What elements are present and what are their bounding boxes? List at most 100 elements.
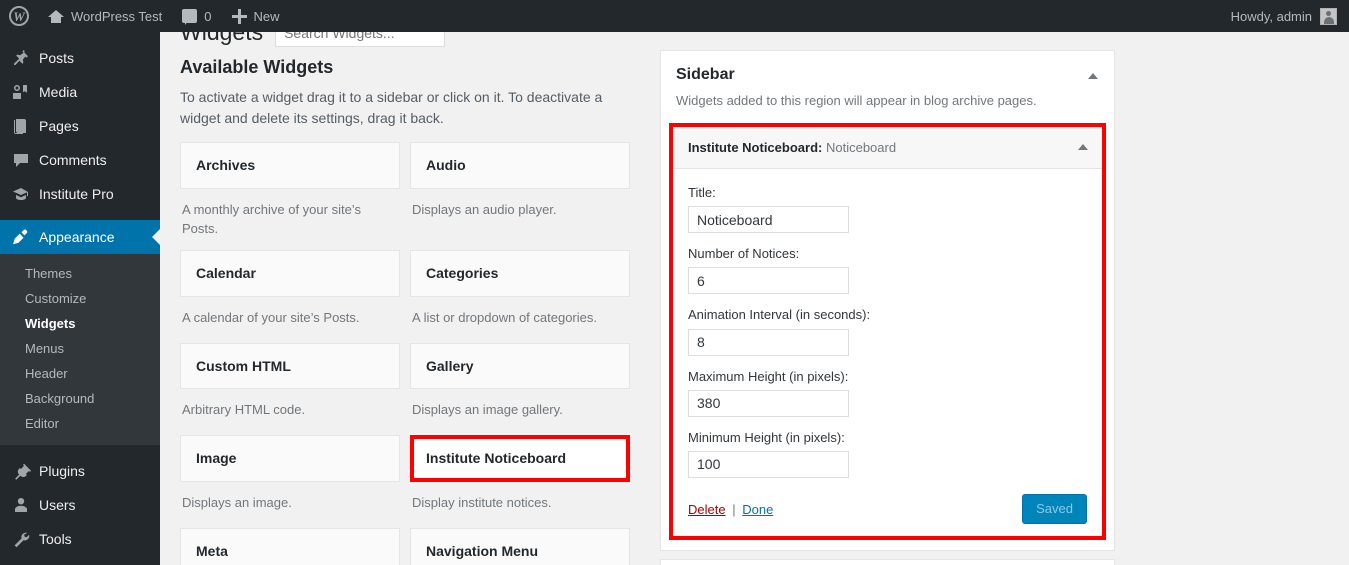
delete-link[interactable]: Delete: [688, 502, 726, 517]
widget-card-title[interactable]: Categories: [410, 249, 630, 297]
paintbrush-icon: [11, 227, 31, 247]
wrench-icon: [11, 529, 31, 549]
sidebar-item-label: Appearance: [39, 229, 115, 245]
maximum-height-input[interactable]: [688, 389, 849, 417]
content-area: Widgets Available Widgets To activate a …: [160, 32, 1349, 565]
sidebar-item-label: Posts: [39, 50, 75, 66]
sidebar-item-themes[interactable]: Themes: [0, 261, 160, 286]
widget-card-description: Displays an audio player.: [412, 201, 557, 217]
field-maximum-height-label: Maximum Height (in pixels):: [688, 368, 849, 384]
plus-icon: [231, 8, 247, 24]
home-icon: [48, 9, 64, 24]
sidebar-item-label: Users: [39, 497, 76, 513]
widget-card-title[interactable]: Calendar: [180, 249, 400, 297]
widget-card-title[interactable]: Institute Noticeboard: [410, 435, 630, 483]
widget-card-description: Arbitrary HTML code.: [182, 402, 306, 418]
active-widget-inner: Institute Noticeboard: Noticeboard Title…: [673, 127, 1102, 537]
active-widget-name: Institute Noticeboard:: [688, 140, 823, 155]
sidebar-item-users[interactable]: Users: [0, 488, 160, 522]
sidebar-item-posts[interactable]: Posts: [0, 41, 160, 75]
active-widget-instance: Noticeboard: [825, 140, 897, 155]
widget-card-institute-noticeboard: Institute Noticeboard Display institute …: [410, 435, 640, 528]
available-widgets-heading: Available Widgets: [180, 57, 334, 77]
my-account-menu[interactable]: Howdy, admin: [1231, 7, 1349, 25]
sidebar-item-menus[interactable]: Menus: [0, 336, 160, 361]
widget-card-title[interactable]: Archives: [180, 142, 400, 189]
title-input[interactable]: [688, 206, 849, 234]
screen: W WordPress Test 0 New Howdy, admin Post…: [0, 0, 1349, 565]
site-name-button[interactable]: WordPress Test: [38, 0, 172, 32]
sidebar-item-pages[interactable]: Pages: [0, 109, 160, 143]
widget-card-description: A list or dropdown of categories.: [412, 309, 597, 325]
search-input[interactable]: [275, 32, 446, 47]
sidebar-item-media[interactable]: Media: [0, 75, 160, 109]
widget-card: Categories A list or dropdown of categor…: [410, 249, 640, 343]
sidebar-item-label: Pages: [39, 118, 79, 134]
active-widget-header[interactable]: Institute Noticeboard: Noticeboard: [673, 127, 1102, 169]
field-title-label: Title:: [688, 185, 716, 200]
sidebar-item-comments[interactable]: Comments: [0, 143, 160, 177]
sidebar-region-column: Sidebar Widgets added to this region wil…: [660, 50, 1115, 565]
widget-card-description: A monthly archive of your site’s Posts.: [182, 201, 361, 237]
widget-card-title[interactable]: Custom HTML: [180, 342, 400, 390]
number-of-notices-input[interactable]: [688, 267, 849, 295]
minimum-height-input[interactable]: [688, 450, 849, 478]
widget-card: Gallery Displays an image gallery.: [410, 342, 640, 436]
page-icon: [11, 116, 31, 136]
sidebar-item-institute-pro[interactable]: Institute Pro: [0, 177, 160, 211]
widget-card-description: Displays an image.: [182, 495, 292, 511]
triangle-up-icon[interactable]: [1078, 144, 1088, 150]
widget-card-description: A calendar of your site’s Posts.: [182, 309, 360, 325]
sidebar-item-widgets[interactable]: Widgets: [0, 311, 160, 336]
comments-button[interactable]: 0: [172, 0, 221, 32]
save-button[interactable]: Saved: [1022, 493, 1087, 525]
widget-card-title[interactable]: Meta: [180, 528, 400, 565]
media-icon: [11, 82, 31, 102]
available-widgets-grid: Archives A monthly archive of your site’…: [180, 142, 640, 565]
active-widget-institute-noticeboard: Institute Noticeboard: Noticeboard Title…: [669, 123, 1106, 541]
sidebar-item-editor[interactable]: Editor: [0, 411, 160, 436]
sidebar-item-tools[interactable]: Tools: [0, 522, 160, 556]
next-sidebar-region-panel[interactable]: [660, 559, 1115, 565]
page-header-row: Widgets: [180, 32, 446, 47]
sidebar-item-label: Tools: [39, 531, 72, 547]
field-minimum-height-label: Minimum Height (in pixels):: [688, 429, 845, 445]
field-maximum-height: Maximum Height (in pixels):: [688, 368, 1087, 417]
animation-interval-input[interactable]: [688, 328, 849, 356]
new-content-button[interactable]: New: [222, 0, 290, 32]
graduation-cap-icon: [11, 184, 31, 204]
admin-sidebar-menu: Posts Media Pages Comments Institute Pro: [0, 32, 160, 565]
widget-card-title[interactable]: Audio: [410, 142, 630, 189]
sidebar-item-label: Plugins: [39, 463, 85, 479]
new-label: New: [253, 8, 280, 24]
wp-logo-button[interactable]: W: [0, 0, 38, 32]
sidebar-item-label: Institute Pro: [39, 186, 114, 202]
sidebar-item-appearance[interactable]: Appearance: [0, 220, 160, 254]
widget-card: Meta Login, RSS, & WordPress.org links.: [180, 528, 410, 565]
pin-icon: [11, 48, 31, 68]
widget-card-title[interactable]: Image: [180, 435, 400, 483]
done-link[interactable]: Done: [742, 502, 773, 517]
sidebar-region-header[interactable]: Sidebar Widgets added to this region wil…: [661, 51, 1114, 108]
widget-card-title[interactable]: Gallery: [410, 342, 630, 390]
available-widgets-panel: Available Widgets To activate a widget d…: [180, 55, 640, 565]
sidebar-item-background[interactable]: Background: [0, 386, 160, 411]
available-widgets-description: To activate a widget drag it to a sideba…: [180, 89, 603, 126]
field-title: Title:: [688, 184, 1087, 234]
widget-card: Navigation Menu Add a navigation menu to…: [410, 528, 640, 565]
field-number-of-notices: Number of Notices:: [688, 245, 1087, 295]
sidebar-item-customize[interactable]: Customize: [0, 286, 160, 311]
widget-card-title[interactable]: Navigation Menu: [410, 528, 630, 565]
page-title: Widgets: [180, 32, 264, 45]
sidebar-item-label: Comments: [39, 152, 107, 168]
sidebar-item-plugins[interactable]: Plugins: [0, 454, 160, 488]
triangle-up-icon[interactable]: [1088, 73, 1098, 79]
widget-card: Image Displays an image.: [180, 435, 410, 528]
field-number-of-notices-label: Number of Notices:: [688, 246, 800, 262]
comment-bubble-icon: [182, 9, 198, 25]
sidebar-item-header[interactable]: Header: [0, 361, 160, 386]
widget-card-description: Displays an image gallery.: [412, 402, 563, 418]
wordpress-logo-icon: W: [9, 6, 29, 26]
sidebar-item-label: Media: [39, 84, 78, 100]
field-minimum-height: Minimum Height (in pixels):: [688, 429, 1087, 478]
